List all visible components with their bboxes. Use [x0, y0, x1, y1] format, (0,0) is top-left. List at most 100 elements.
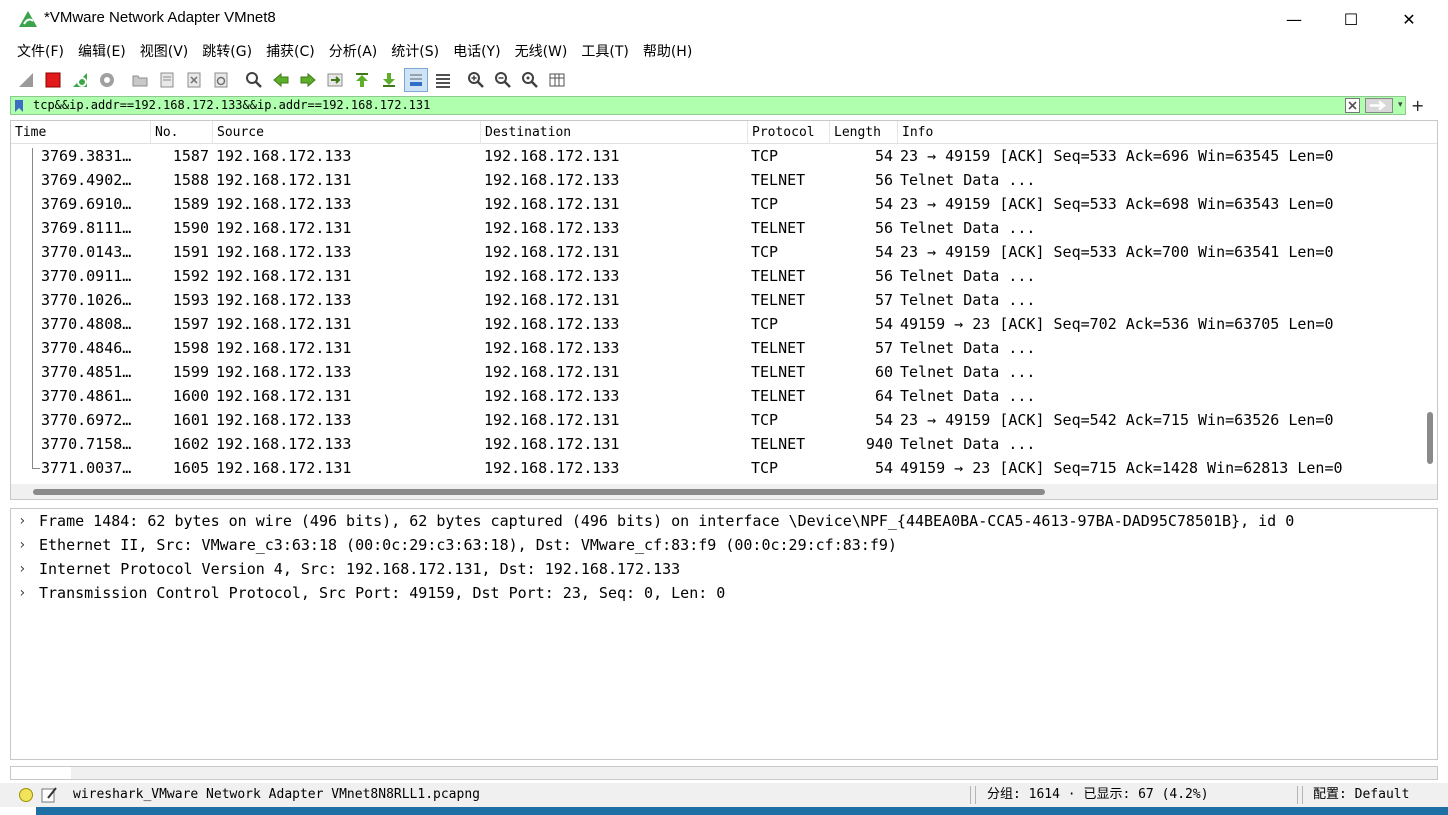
menu-go[interactable]: 跳转(G) — [195, 38, 259, 66]
menu-statistics[interactable]: 统计(S) — [384, 38, 446, 66]
status-file-name: wireshark_VMware Network Adapter VMnet8N… — [73, 787, 480, 802]
status-profile[interactable]: 配置: Default — [1313, 783, 1409, 807]
column-header-length[interactable]: Length — [830, 121, 898, 144]
packet-number: 1599 — [172, 363, 209, 381]
menu-analyze[interactable]: 分析(A) — [322, 38, 385, 66]
save-file-icon[interactable] — [155, 68, 179, 92]
reload-file-icon[interactable] — [209, 68, 233, 92]
bookmark-icon[interactable] — [14, 99, 24, 113]
column-header-no[interactable]: No. — [151, 121, 213, 144]
packet-protocol: TELNET — [751, 435, 806, 453]
close-file-icon[interactable] — [182, 68, 206, 92]
packet-row[interactable]: 3770.4808… 1597 192.168.172.131 192.168.172… — [11, 312, 1423, 336]
packet-row[interactable]: 3770.7158… 1602 192.168.172.133 192.168.172… — [11, 432, 1423, 456]
packet-length: 56 — [874, 267, 893, 285]
restart-capture-icon[interactable] — [68, 68, 92, 92]
go-first-icon[interactable] — [350, 68, 374, 92]
packet-row[interactable]: 3769.6910… 1589 192.168.172.133 192.168.172… — [11, 192, 1423, 216]
zoom-normal-icon[interactable] — [518, 68, 542, 92]
column-header-source[interactable]: Source — [213, 121, 481, 144]
display-filter-input[interactable] — [33, 97, 1333, 114]
packet-length: 54 — [874, 459, 893, 477]
packet-list-vertical-scrollbar[interactable] — [1423, 144, 1437, 484]
detail-row-frame[interactable]: › Frame 1484: 62 bytes on wire (496 bits… — [11, 509, 1437, 533]
menu-file[interactable]: 文件(F) — [10, 38, 71, 66]
bytes-scrollbar[interactable] — [71, 767, 1437, 779]
detail-text: Ethernet II, Src: VMware_c3:63:18 (00:0c… — [39, 536, 897, 554]
packet-destination: 192.168.172.131 — [484, 195, 620, 213]
packet-length: 54 — [874, 315, 893, 333]
packet-row[interactable]: 3770.0911… 1592 192.168.172.131 192.168.172… — [11, 264, 1423, 288]
detail-row-ipv4[interactable]: › Internet Protocol Version 4, Src: 192.… — [11, 557, 1437, 581]
desktop-edge-left — [0, 807, 36, 815]
packet-protocol: TCP — [751, 243, 779, 261]
menu-capture[interactable]: 捕获(C) — [259, 38, 322, 66]
packet-time: 3770.4861… — [41, 387, 132, 405]
resize-columns-icon[interactable] — [545, 68, 569, 92]
menu-edit[interactable]: 编辑(E) — [71, 38, 133, 66]
packet-source: 192.168.172.131 — [216, 315, 352, 333]
menu-view[interactable]: 视图(V) — [133, 38, 196, 66]
column-header-info[interactable]: Info — [898, 121, 1437, 144]
packet-row[interactable]: 3770.4851… 1599 192.168.172.133 192.168.172… — [11, 360, 1423, 384]
packet-source: 192.168.172.131 — [216, 339, 352, 357]
packet-number: 1589 — [172, 195, 209, 213]
packet-row[interactable]: 3769.3831… 1587 192.168.172.133 192.168.172… — [11, 144, 1423, 168]
menu-help[interactable]: 帮助(H) — [636, 38, 699, 66]
packet-info: Telnet Data ... — [900, 267, 1036, 285]
expert-info-icon[interactable] — [19, 788, 33, 802]
packet-row[interactable]: 3769.8111… 1590 192.168.172.131 192.168.172… — [11, 216, 1423, 240]
packet-number: 1602 — [172, 435, 209, 453]
maximize-button[interactable]: ☐ — [1322, 0, 1380, 38]
capture-comment-icon[interactable] — [40, 786, 58, 804]
menu-wireless[interactable]: 无线(W) — [508, 38, 575, 66]
column-header-destination[interactable]: Destination — [481, 121, 748, 144]
packet-row[interactable]: 3771.0037… 1605 192.168.172.131 192.168.172… — [11, 456, 1423, 480]
zoom-in-icon[interactable] — [464, 68, 488, 92]
status-separator — [1297, 786, 1298, 804]
packet-list-horizontal-scrollbar[interactable] — [11, 484, 1437, 499]
menu-telephony[interactable]: 电话(Y) — [446, 38, 507, 66]
close-button[interactable]: ✕ — [1380, 0, 1438, 38]
packet-protocol: TELNET — [751, 387, 806, 405]
packet-time: 3769.4902… — [41, 171, 132, 189]
clear-filter-icon[interactable] — [1345, 98, 1360, 113]
go-last-icon[interactable] — [377, 68, 401, 92]
go-forward-icon[interactable] — [296, 68, 320, 92]
colorize-icon[interactable] — [431, 68, 455, 92]
chevron-right-icon[interactable]: › — [18, 533, 32, 557]
packet-info: 23 → 49159 [ACK] Seq=533 Ack=700 Win=635… — [900, 243, 1334, 261]
display-filter-bar: ▾ — [10, 96, 1406, 115]
packet-row[interactable]: 3770.4861… 1600 192.168.172.131 192.168.172… — [11, 384, 1423, 408]
packet-row[interactable]: 3770.1026… 1593 192.168.172.133 192.168.172… — [11, 288, 1423, 312]
apply-filter-icon[interactable] — [1365, 98, 1393, 113]
chevron-right-icon[interactable]: › — [18, 509, 32, 533]
packet-info: 49159 → 23 [ACK] Seq=702 Ack=536 Win=637… — [900, 315, 1334, 333]
open-file-icon[interactable] — [128, 68, 152, 92]
packet-row[interactable]: 3770.0143… 1591 192.168.172.133 192.168.172… — [11, 240, 1423, 264]
go-back-icon[interactable] — [269, 68, 293, 92]
packet-row[interactable]: 3770.6972… 1601 192.168.172.133 192.168.172… — [11, 408, 1423, 432]
detail-row-ethernet[interactable]: › Ethernet II, Src: VMware_c3:63:18 (00:… — [11, 533, 1437, 557]
minimize-button[interactable]: — — [1265, 0, 1323, 38]
filter-history-dropdown[interactable]: ▾ — [1398, 98, 1408, 113]
menu-tools[interactable]: 工具(T) — [574, 38, 635, 66]
find-packet-icon[interactable] — [242, 68, 266, 92]
go-to-packet-icon[interactable] — [323, 68, 347, 92]
vertical-scroll-thumb[interactable] — [1427, 412, 1433, 464]
packet-number: 1600 — [172, 387, 209, 405]
chevron-right-icon[interactable]: › — [18, 581, 32, 605]
chevron-right-icon[interactable]: › — [18, 557, 32, 581]
shark-fin-start-icon[interactable] — [14, 68, 38, 92]
autoscroll-icon[interactable] — [404, 68, 428, 92]
stop-capture-icon[interactable] — [41, 68, 65, 92]
horizontal-scroll-thumb[interactable] — [33, 489, 1045, 495]
zoom-out-icon[interactable] — [491, 68, 515, 92]
detail-row-tcp[interactable]: › Transmission Control Protocol, Src Por… — [11, 581, 1437, 605]
packet-row[interactable]: 3770.4846… 1598 192.168.172.131 192.168.172… — [11, 336, 1423, 360]
add-filter-button[interactable]: + — [1411, 96, 1425, 115]
capture-options-icon[interactable] — [95, 68, 119, 92]
column-header-protocol[interactable]: Protocol — [748, 121, 830, 144]
column-header-time[interactable]: Time — [11, 121, 151, 144]
packet-row[interactable]: 3769.4902… 1588 192.168.172.131 192.168.172… — [11, 168, 1423, 192]
